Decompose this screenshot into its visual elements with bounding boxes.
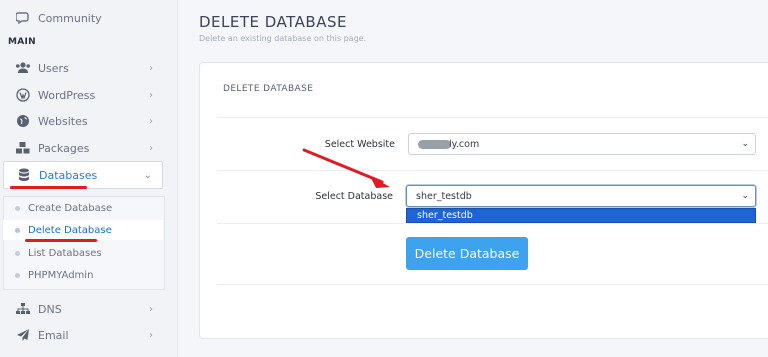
sidebar-item-label: DNS	[38, 302, 62, 316]
globe-icon	[14, 112, 32, 130]
sidebar-item-label: Packages	[38, 141, 90, 155]
chevron-right-icon: ›	[149, 62, 153, 74]
users-icon	[14, 59, 32, 77]
annotation-underline	[25, 239, 97, 242]
page-title: DELETE DATABASE	[199, 13, 347, 31]
sidebar-item-label: Users	[38, 61, 69, 75]
sitemap-icon	[14, 300, 32, 318]
chevron-right-icon: ›	[149, 303, 153, 315]
chevron-down-icon: ⌄	[741, 191, 749, 201]
option-label: sher_testdb	[417, 210, 473, 221]
chevron-right-icon: ›	[149, 89, 153, 101]
selected-database-value: sher_testdb	[416, 190, 472, 202]
delete-database-button[interactable]: Delete Database	[406, 237, 528, 270]
chevron-right-icon: ›	[149, 329, 153, 341]
database-icon	[15, 166, 33, 184]
sidebar-item-email[interactable]: Email ›	[0, 322, 163, 348]
sidebar-item-label: Email	[38, 328, 69, 342]
annotation-underline	[10, 186, 87, 189]
submenu-label: PHPMYAdmin	[28, 269, 94, 281]
delete-database-card: DELETE DATABASE Select Website ly.com ⌄ …	[199, 62, 768, 339]
divider	[217, 117, 768, 118]
bullet-icon	[15, 205, 20, 211]
sidebar-item-packages[interactable]: Packages ›	[0, 135, 163, 161]
submenu-label: Delete Database	[28, 224, 112, 236]
redacted-domain	[418, 139, 451, 149]
sidebar-item-databases[interactable]: Databases ⌄	[3, 161, 163, 189]
chevron-right-icon: ›	[149, 142, 153, 154]
submenu-label: Create Database	[28, 202, 113, 214]
sidebar-item-label: Websites	[38, 114, 88, 128]
sidebar-item-websites[interactable]: Websites ›	[0, 108, 163, 134]
bullet-icon	[15, 227, 20, 233]
page-subtitle: Delete an existing database on this page…	[199, 34, 367, 43]
submenu-delete-database[interactable]: Delete Database	[3, 220, 163, 240]
sidebar-item-label: WordPress	[38, 88, 96, 102]
dropdown-option-sher-testdb[interactable]: sher_testdb	[406, 208, 756, 223]
submenu-phpmyadmin[interactable]: PHPMYAdmin	[3, 265, 163, 285]
select-database-dropdown[interactable]: sher_testdb ⌄	[406, 185, 756, 207]
bullet-icon	[15, 272, 20, 278]
card-title: DELETE DATABASE	[223, 84, 314, 94]
sidebar-item-label: Community	[38, 11, 102, 25]
sidebar: Community MAIN Users › WordPress › Websi…	[0, 0, 178, 357]
comments-icon	[14, 9, 32, 27]
submenu-label: List Databases	[28, 247, 102, 259]
wordpress-icon	[14, 86, 32, 104]
sidebar-item-community[interactable]: Community	[0, 5, 163, 31]
sidebar-item-label: Databases	[39, 168, 98, 182]
main-content: DELETE DATABASE Delete an existing datab…	[178, 0, 768, 357]
paper-plane-icon	[14, 326, 32, 344]
sidebar-item-wordpress[interactable]: WordPress ›	[0, 82, 163, 108]
cubes-icon	[14, 139, 32, 157]
divider	[217, 223, 768, 224]
bullet-icon	[15, 250, 20, 256]
select-website-dropdown[interactable]: ly.com ⌄	[408, 133, 756, 155]
chevron-right-icon: ›	[149, 115, 153, 127]
divider	[217, 284, 768, 285]
annotation-arrow-icon	[302, 148, 390, 188]
sidebar-section-main: MAIN	[8, 37, 37, 47]
submenu-create-database[interactable]: Create Database	[3, 198, 163, 218]
selected-website-value: ly.com	[449, 138, 480, 150]
chevron-down-icon: ⌄	[143, 169, 152, 181]
sidebar-item-users[interactable]: Users ›	[0, 55, 163, 81]
submenu-list-databases[interactable]: List Databases	[3, 243, 163, 263]
sidebar-item-dns[interactable]: DNS ›	[0, 296, 163, 322]
chevron-down-icon: ⌄	[741, 139, 749, 149]
